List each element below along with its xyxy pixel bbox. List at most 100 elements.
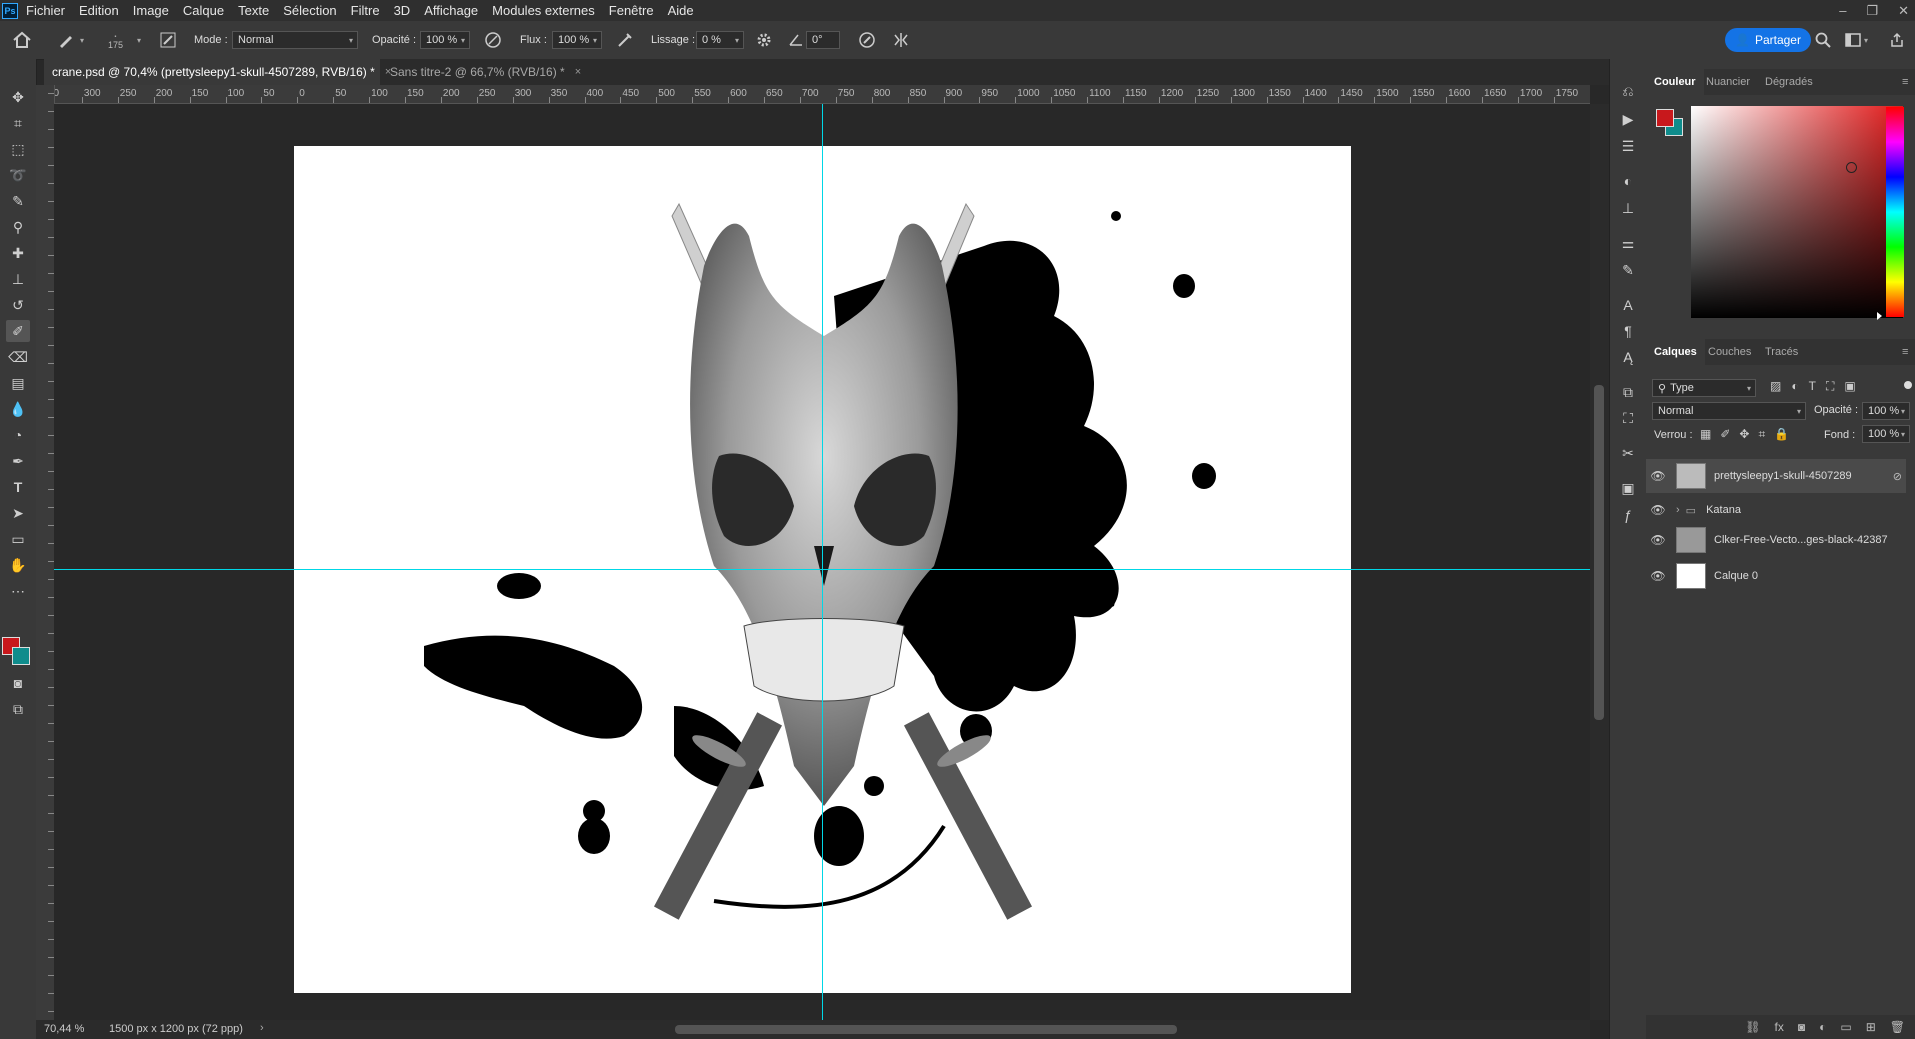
angle-input[interactable]: 0° bbox=[806, 31, 840, 49]
minimize-button[interactable]: – bbox=[1839, 3, 1846, 18]
symmetry-icon[interactable] bbox=[892, 21, 910, 59]
layer-filter-select[interactable]: ⚲ Type ▾ bbox=[1652, 379, 1756, 397]
blur-tool-icon[interactable]: 💧 bbox=[6, 398, 30, 420]
eye-icon[interactable]: 👁 bbox=[1646, 469, 1670, 483]
mode-select[interactable]: Normal ▾ bbox=[232, 31, 358, 49]
layer-comps-icon[interactable]: ⧉ bbox=[1618, 382, 1638, 402]
close-tab-icon[interactable]: × bbox=[575, 66, 581, 78]
fill-input[interactable]: 100 % ▾ bbox=[1862, 425, 1910, 443]
layer-name[interactable]: Calque 0 bbox=[1714, 570, 1758, 582]
search-icon[interactable] bbox=[1815, 21, 1831, 59]
brush-tool-icon[interactable]: ✐ bbox=[6, 320, 30, 342]
flux-input[interactable]: 100 % ▾ bbox=[552, 31, 602, 49]
lock-transparent-icon[interactable]: ▦ bbox=[1700, 427, 1711, 442]
brush-settings-icon[interactable] bbox=[160, 21, 176, 59]
move-tool-icon[interactable]: ✥ bbox=[6, 86, 30, 108]
filter-shape-icon[interactable]: ⛶ bbox=[1826, 379, 1834, 394]
lock-all-icon[interactable]: 🔒 bbox=[1774, 427, 1789, 442]
lissage-input[interactable]: 0 % ▾ bbox=[696, 31, 744, 49]
hand-tool-icon[interactable]: ✋ bbox=[6, 554, 30, 576]
tab-traces[interactable]: Tracés bbox=[1757, 339, 1806, 365]
adjustment-layer-icon[interactable]: ◐ bbox=[1819, 1020, 1826, 1034]
menu-calque[interactable]: Calque bbox=[183, 3, 224, 18]
screen-mode-icon[interactable]: ⧉ bbox=[6, 698, 30, 720]
menu-modules-externes[interactable]: Modules externes bbox=[492, 3, 595, 18]
brush-tool-preset[interactable]: ▾ bbox=[58, 21, 84, 59]
tab-degrades[interactable]: Dégradés bbox=[1757, 69, 1821, 95]
lock-pixels-icon[interactable]: ✐ bbox=[1720, 427, 1730, 442]
close-button[interactable]: ✕ bbox=[1898, 3, 1909, 19]
workspace-icon[interactable]: ▾ bbox=[1845, 21, 1868, 59]
path-selection-tool-icon[interactable]: ➤ bbox=[6, 502, 30, 524]
tab-couleur[interactable]: Couleur bbox=[1646, 69, 1704, 95]
adjustments-panel-icon[interactable]: ☰ bbox=[1618, 136, 1638, 156]
pressure-size-icon[interactable] bbox=[858, 21, 876, 59]
shape-tool-icon[interactable]: ▭ bbox=[6, 528, 30, 550]
tab-crane[interactable]: crane.psd @ 70,4% (prettysleepy1-skull-4… bbox=[44, 59, 391, 85]
menu-aide[interactable]: Aide bbox=[668, 3, 694, 18]
character-panel-icon[interactable]: A bbox=[1618, 295, 1638, 315]
opacity-input[interactable]: 100 % ▾ bbox=[420, 31, 470, 49]
layer-row[interactable]: 👁 Clker-Free-Vecto...ges-black-42387 bbox=[1646, 523, 1906, 557]
zoom-level[interactable]: 70,44 % bbox=[44, 1023, 84, 1035]
history-brush-tool-icon[interactable]: ↺ bbox=[6, 294, 30, 316]
eyedropper-tool-icon[interactable]: ⚲ bbox=[6, 216, 30, 238]
type-tool-icon[interactable]: T bbox=[6, 476, 30, 498]
quick-selection-tool-icon[interactable]: ✎ bbox=[6, 190, 30, 212]
filter-toggle[interactable] bbox=[1904, 381, 1912, 389]
glyphs-panel-icon[interactable]: Ą bbox=[1618, 347, 1638, 367]
brush-settings-panel-icon[interactable]: ⚌ bbox=[1618, 233, 1638, 253]
pen-tool-icon[interactable]: ✒ bbox=[6, 450, 30, 472]
stamp-panel-icon[interactable]: ⊥ bbox=[1618, 198, 1638, 218]
color-picker-cursor[interactable] bbox=[1846, 162, 1857, 173]
lock-position-icon[interactable]: ✥ bbox=[1739, 427, 1749, 442]
quick-mask-icon[interactable]: ◙ bbox=[6, 672, 30, 694]
filter-smart-object-icon[interactable]: ▣ bbox=[1844, 379, 1855, 394]
marquee-tool-icon[interactable]: ⬚ bbox=[6, 138, 30, 160]
panel-menu-icon[interactable]: ≡ bbox=[1894, 69, 1915, 95]
status-expand-icon[interactable]: › bbox=[260, 1022, 264, 1034]
tab-sans-titre-2[interactable]: Sans titre-2 @ 66,7% (RVB/16) * × bbox=[382, 59, 632, 85]
horizontal-scroll-thumb[interactable] bbox=[675, 1025, 1177, 1034]
add-mask-icon[interactable]: ◙ bbox=[1798, 1020, 1805, 1034]
tab-couches[interactable]: Couches bbox=[1700, 339, 1759, 365]
layer-row[interactable]: 👁 Calque 0 bbox=[1646, 559, 1906, 593]
menu-filtre[interactable]: Filtre bbox=[351, 3, 380, 18]
dodge-tool-icon[interactable]: ◔ bbox=[6, 424, 30, 446]
filter-type-icon[interactable]: T bbox=[1809, 379, 1816, 394]
brush-size-picker[interactable]: · 175 bbox=[108, 21, 123, 59]
paragraph-panel-icon[interactable]: ¶ bbox=[1618, 321, 1638, 341]
expand-chevron-icon[interactable]: › bbox=[1676, 504, 1680, 516]
lock-artboard-icon[interactable]: ⌗ bbox=[1758, 427, 1765, 442]
horizontal-guide[interactable] bbox=[54, 569, 1590, 570]
blend-mode-select[interactable]: Normal ▾ bbox=[1652, 402, 1806, 420]
lasso-tool-icon[interactable]: ➰ bbox=[6, 164, 30, 186]
eraser-tool-icon[interactable]: ⌫ bbox=[6, 346, 30, 368]
crop-tool-icon[interactable]: ⌗ bbox=[6, 112, 30, 134]
link-layers-icon[interactable]: ⛓ bbox=[1745, 1020, 1760, 1034]
history-panel-icon[interactable]: ⎌ bbox=[1618, 81, 1638, 101]
layer-opacity-input[interactable]: 100 % ▾ bbox=[1862, 402, 1910, 420]
hue-slider-marker[interactable] bbox=[1877, 312, 1882, 320]
airbrush-icon[interactable] bbox=[616, 21, 634, 59]
fx-icon[interactable]: fx bbox=[1775, 1020, 1784, 1034]
tab-nuancier[interactable]: Nuancier bbox=[1698, 69, 1758, 95]
effects-panel-icon[interactable]: ƒ bbox=[1618, 505, 1638, 525]
share-export-icon[interactable] bbox=[1889, 21, 1905, 59]
menu-affichage[interactable]: Affichage bbox=[424, 3, 478, 18]
hue-slider[interactable] bbox=[1886, 107, 1904, 317]
new-group-icon[interactable]: ▭ bbox=[1840, 1020, 1851, 1034]
tools-panel-icon[interactable]: ✂ bbox=[1618, 443, 1638, 463]
eye-icon[interactable]: 👁 bbox=[1646, 533, 1670, 547]
home-icon[interactable] bbox=[12, 21, 32, 59]
layer-name[interactable]: Katana bbox=[1706, 504, 1741, 516]
new-layer-icon[interactable]: ⊞ bbox=[1866, 1020, 1876, 1034]
color-panel-icon[interactable]: ◐ bbox=[1618, 171, 1638, 191]
menu-image[interactable]: Image bbox=[133, 3, 169, 18]
libraries-panel-icon[interactable]: ▣ bbox=[1618, 478, 1638, 498]
brushes-panel-icon[interactable]: ✎ bbox=[1618, 260, 1638, 280]
share-button[interactable]: 👤 Partager bbox=[1725, 28, 1811, 52]
color-picker-field[interactable] bbox=[1691, 106, 1903, 318]
tab-calques[interactable]: Calques bbox=[1646, 339, 1705, 365]
clone-stamp-tool-icon[interactable]: ⊥ bbox=[6, 268, 30, 290]
